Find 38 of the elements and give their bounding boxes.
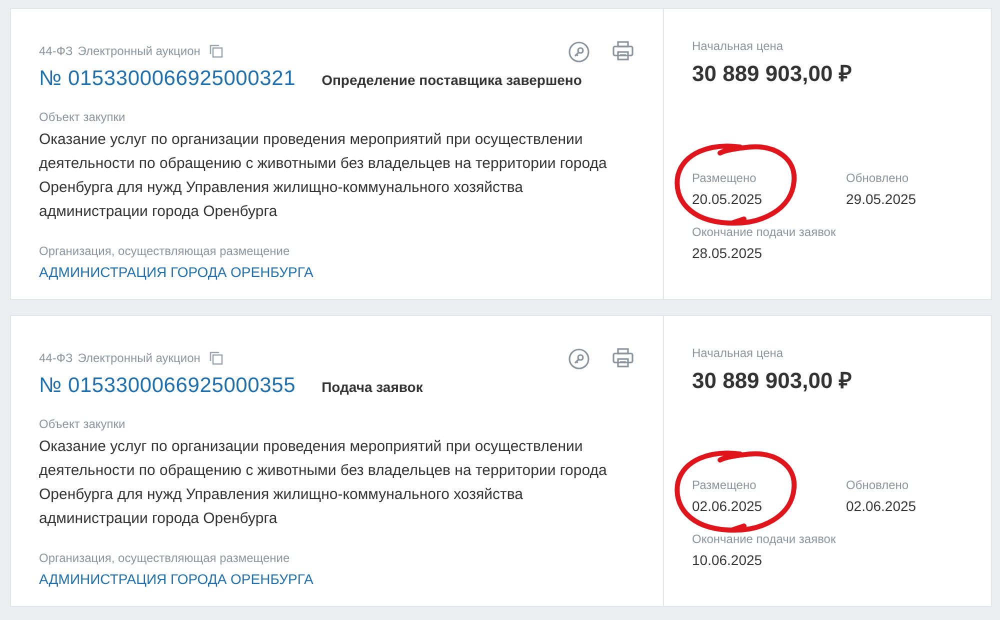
price-value: 30 889 903,00 ₽	[692, 60, 853, 87]
copy-icon[interactable]	[209, 351, 224, 365]
date-label: Окончание подачи заявок	[692, 532, 837, 546]
purchase-description: Оказание услуг по организации проведения мероприятий при осуществлении деятельности по обращению с животными без владельцев на территории города Оренбурга для нужд Управления жилищно-коммунального хозяйства администрации города Оренбурга	[39, 130, 608, 222]
date-label: Обновлено	[846, 478, 910, 492]
date-label: Размещено	[692, 478, 758, 492]
price-label: Начальная цена	[692, 39, 784, 53]
date-value: 02.06.2025	[692, 498, 764, 514]
purchase-description: Оказание услуг по организации проведения мероприятий при осуществлении деятельности по обращению с животными без владельцев на территории города Оренбурга для нужд Управления жилищно-коммунального хозяйства администрации города Оренбурга	[39, 437, 608, 529]
date-value: 02.06.2025	[846, 498, 918, 514]
copy-icon[interactable]	[209, 44, 224, 58]
date-value: 10.06.2025	[692, 552, 764, 568]
date-value: 28.05.2025	[692, 245, 764, 261]
printer-icon[interactable]	[612, 41, 634, 61]
law-label: 44-ФЗ	[39, 44, 73, 58]
date-label: Обновлено	[846, 171, 910, 185]
procedure-type: Электронный аукцион	[78, 351, 200, 365]
organization-link[interactable]: АДМИНИСТРАЦИЯ ГОРОДА ОРЕНБУРГА	[39, 264, 635, 280]
field-label: Объект закупки	[39, 417, 126, 431]
field-label: Организация, осуществляющая размещение	[39, 244, 291, 258]
status-label: Подача заявок	[322, 379, 423, 395]
status-label: Определение поставщика завершено	[322, 72, 582, 88]
printer-icon[interactable]	[612, 348, 634, 368]
price-label: Начальная цена	[692, 346, 784, 360]
field-label: Объект закупки	[39, 110, 126, 124]
field-label: Организация, осуществляющая размещение	[39, 551, 291, 565]
date-label: Окончание подачи заявок	[692, 225, 837, 239]
date-label: Размещено	[692, 171, 758, 185]
price-value: 30 889 903,00 ₽	[692, 367, 853, 394]
law-label: 44-ФЗ	[39, 351, 73, 365]
date-value: 29.05.2025	[846, 191, 918, 207]
organization-link[interactable]: АДМИНИСТРАЦИЯ ГОРОДА ОРЕНБУРГА	[39, 571, 635, 587]
purchase-number-link[interactable]: № 0153300066925000355	[39, 374, 296, 398]
procedure-type: Электронный аукцион	[78, 44, 200, 58]
date-value: 20.05.2025	[692, 191, 764, 207]
key-icon[interactable]	[568, 348, 590, 370]
key-icon[interactable]	[568, 41, 590, 63]
purchase-number-link[interactable]: № 0153300066925000321	[39, 67, 296, 91]
